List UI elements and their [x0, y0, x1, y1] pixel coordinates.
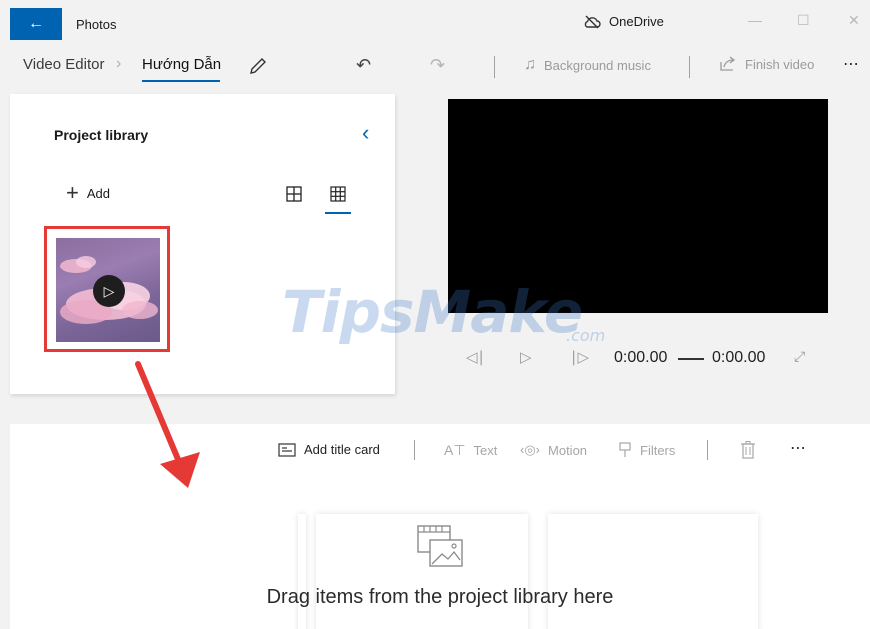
more-options-icon[interactable]: ⋯ [843, 54, 859, 74]
motion-label: Motion [548, 442, 588, 458]
storyboard-divider [414, 440, 415, 460]
large-grid-view-icon[interactable] [286, 186, 302, 202]
background-music-label: Background music [544, 57, 651, 73]
background-music-button[interactable]: ♫ Background music [524, 56, 651, 74]
minimize-button[interactable]: — [748, 12, 762, 28]
add-title-card-button[interactable]: Add title card [278, 442, 380, 457]
fullscreen-icon[interactable]: ⤢ [794, 348, 805, 365]
photos-video-editor-window: ← Photos OneDrive — ☐ ✕ Video Editor › H… [0, 0, 870, 629]
undo-icon[interactable]: ↶ [356, 55, 371, 76]
storyboard-slot [298, 514, 306, 629]
breadcrumb-underline [142, 80, 220, 82]
watermark-text: TipsMake [282, 278, 583, 346]
toolbar-divider [494, 56, 495, 78]
annotation-arrow [135, 361, 200, 488]
media-thumbnail-highlight[interactable]: ▷ [44, 226, 170, 352]
back-button[interactable]: ← [10, 8, 62, 40]
video-thumbnail[interactable]: ▷ [56, 238, 160, 342]
redo-icon[interactable]: ↷ [430, 55, 445, 76]
project-library-title: Project library [54, 127, 149, 143]
filters-label: Filters [640, 442, 676, 458]
playback-controls: ◁∣ ▷ ∣▷ 0:00.00 0:00.00 ⤢ [458, 340, 818, 374]
finish-video-button[interactable]: Finish video [719, 56, 814, 72]
collapse-panel-icon[interactable]: ‹ [362, 120, 369, 146]
timeline-dash [678, 358, 704, 360]
storyboard-slot [548, 514, 758, 629]
share-icon [720, 56, 736, 71]
storyboard-more-icon[interactable]: ⋯ [790, 438, 806, 458]
add-media-button[interactable]: + Add [66, 180, 110, 205]
plus-icon: + [66, 180, 79, 205]
breadcrumb-project-name[interactable]: Hướng Dẫn [142, 56, 221, 73]
pencil-icon[interactable] [248, 56, 268, 76]
active-view-underline [325, 212, 351, 214]
onedrive-label: OneDrive [609, 14, 664, 29]
next-frame-icon[interactable]: ∣▷ [570, 348, 589, 366]
finish-video-label: Finish video [745, 56, 815, 72]
close-button[interactable]: ✕ [848, 12, 860, 29]
project-library-panel: Project library ‹ + Add ▷ [10, 94, 395, 394]
current-time: 0:00.00 [614, 349, 668, 366]
filters-icon [619, 442, 631, 457]
storyboard-divider [707, 440, 708, 460]
add-title-card-label: Add title card [304, 442, 380, 457]
chevron-right-icon: › [116, 55, 122, 72]
text-icon: A⊤ [444, 442, 466, 458]
toolbar-divider [689, 56, 690, 78]
editor-toolbar: Video Editor › Hướng Dẫn ↶ ↷ ♫ Backgroun… [0, 48, 870, 88]
motion-button[interactable]: ‹◎› Motion [520, 442, 587, 458]
maximize-button[interactable]: ☐ [797, 12, 810, 29]
trash-icon[interactable] [740, 441, 756, 459]
text-label: Text [473, 443, 498, 458]
play-button-icon[interactable]: ▷ [520, 348, 532, 366]
cloud-off-icon [584, 15, 601, 28]
total-time: 0:00.00 [712, 349, 766, 366]
add-label: Add [86, 185, 110, 201]
text-button[interactable]: A⊤ Text [444, 442, 497, 459]
title-card-icon [278, 442, 296, 457]
play-icon[interactable]: ▷ [93, 275, 125, 307]
media-drop-icon [417, 525, 463, 567]
small-grid-view-icon[interactable] [330, 186, 346, 202]
app-title: Photos [76, 17, 117, 32]
arrow-left-icon: ← [28, 15, 44, 32]
previous-frame-icon[interactable]: ◁∣ [466, 348, 485, 366]
onedrive-status[interactable]: OneDrive [583, 14, 664, 29]
drag-hint-text: Drag items from the project library here [266, 586, 614, 608]
breadcrumb-video-editor[interactable]: Video Editor [23, 56, 104, 73]
motion-icon: ‹◎› [520, 442, 541, 457]
title-bar: ← Photos OneDrive — ☐ ✕ [0, 0, 870, 48]
music-note-icon: ♫ [524, 56, 536, 73]
filters-button[interactable]: Filters [618, 442, 675, 458]
